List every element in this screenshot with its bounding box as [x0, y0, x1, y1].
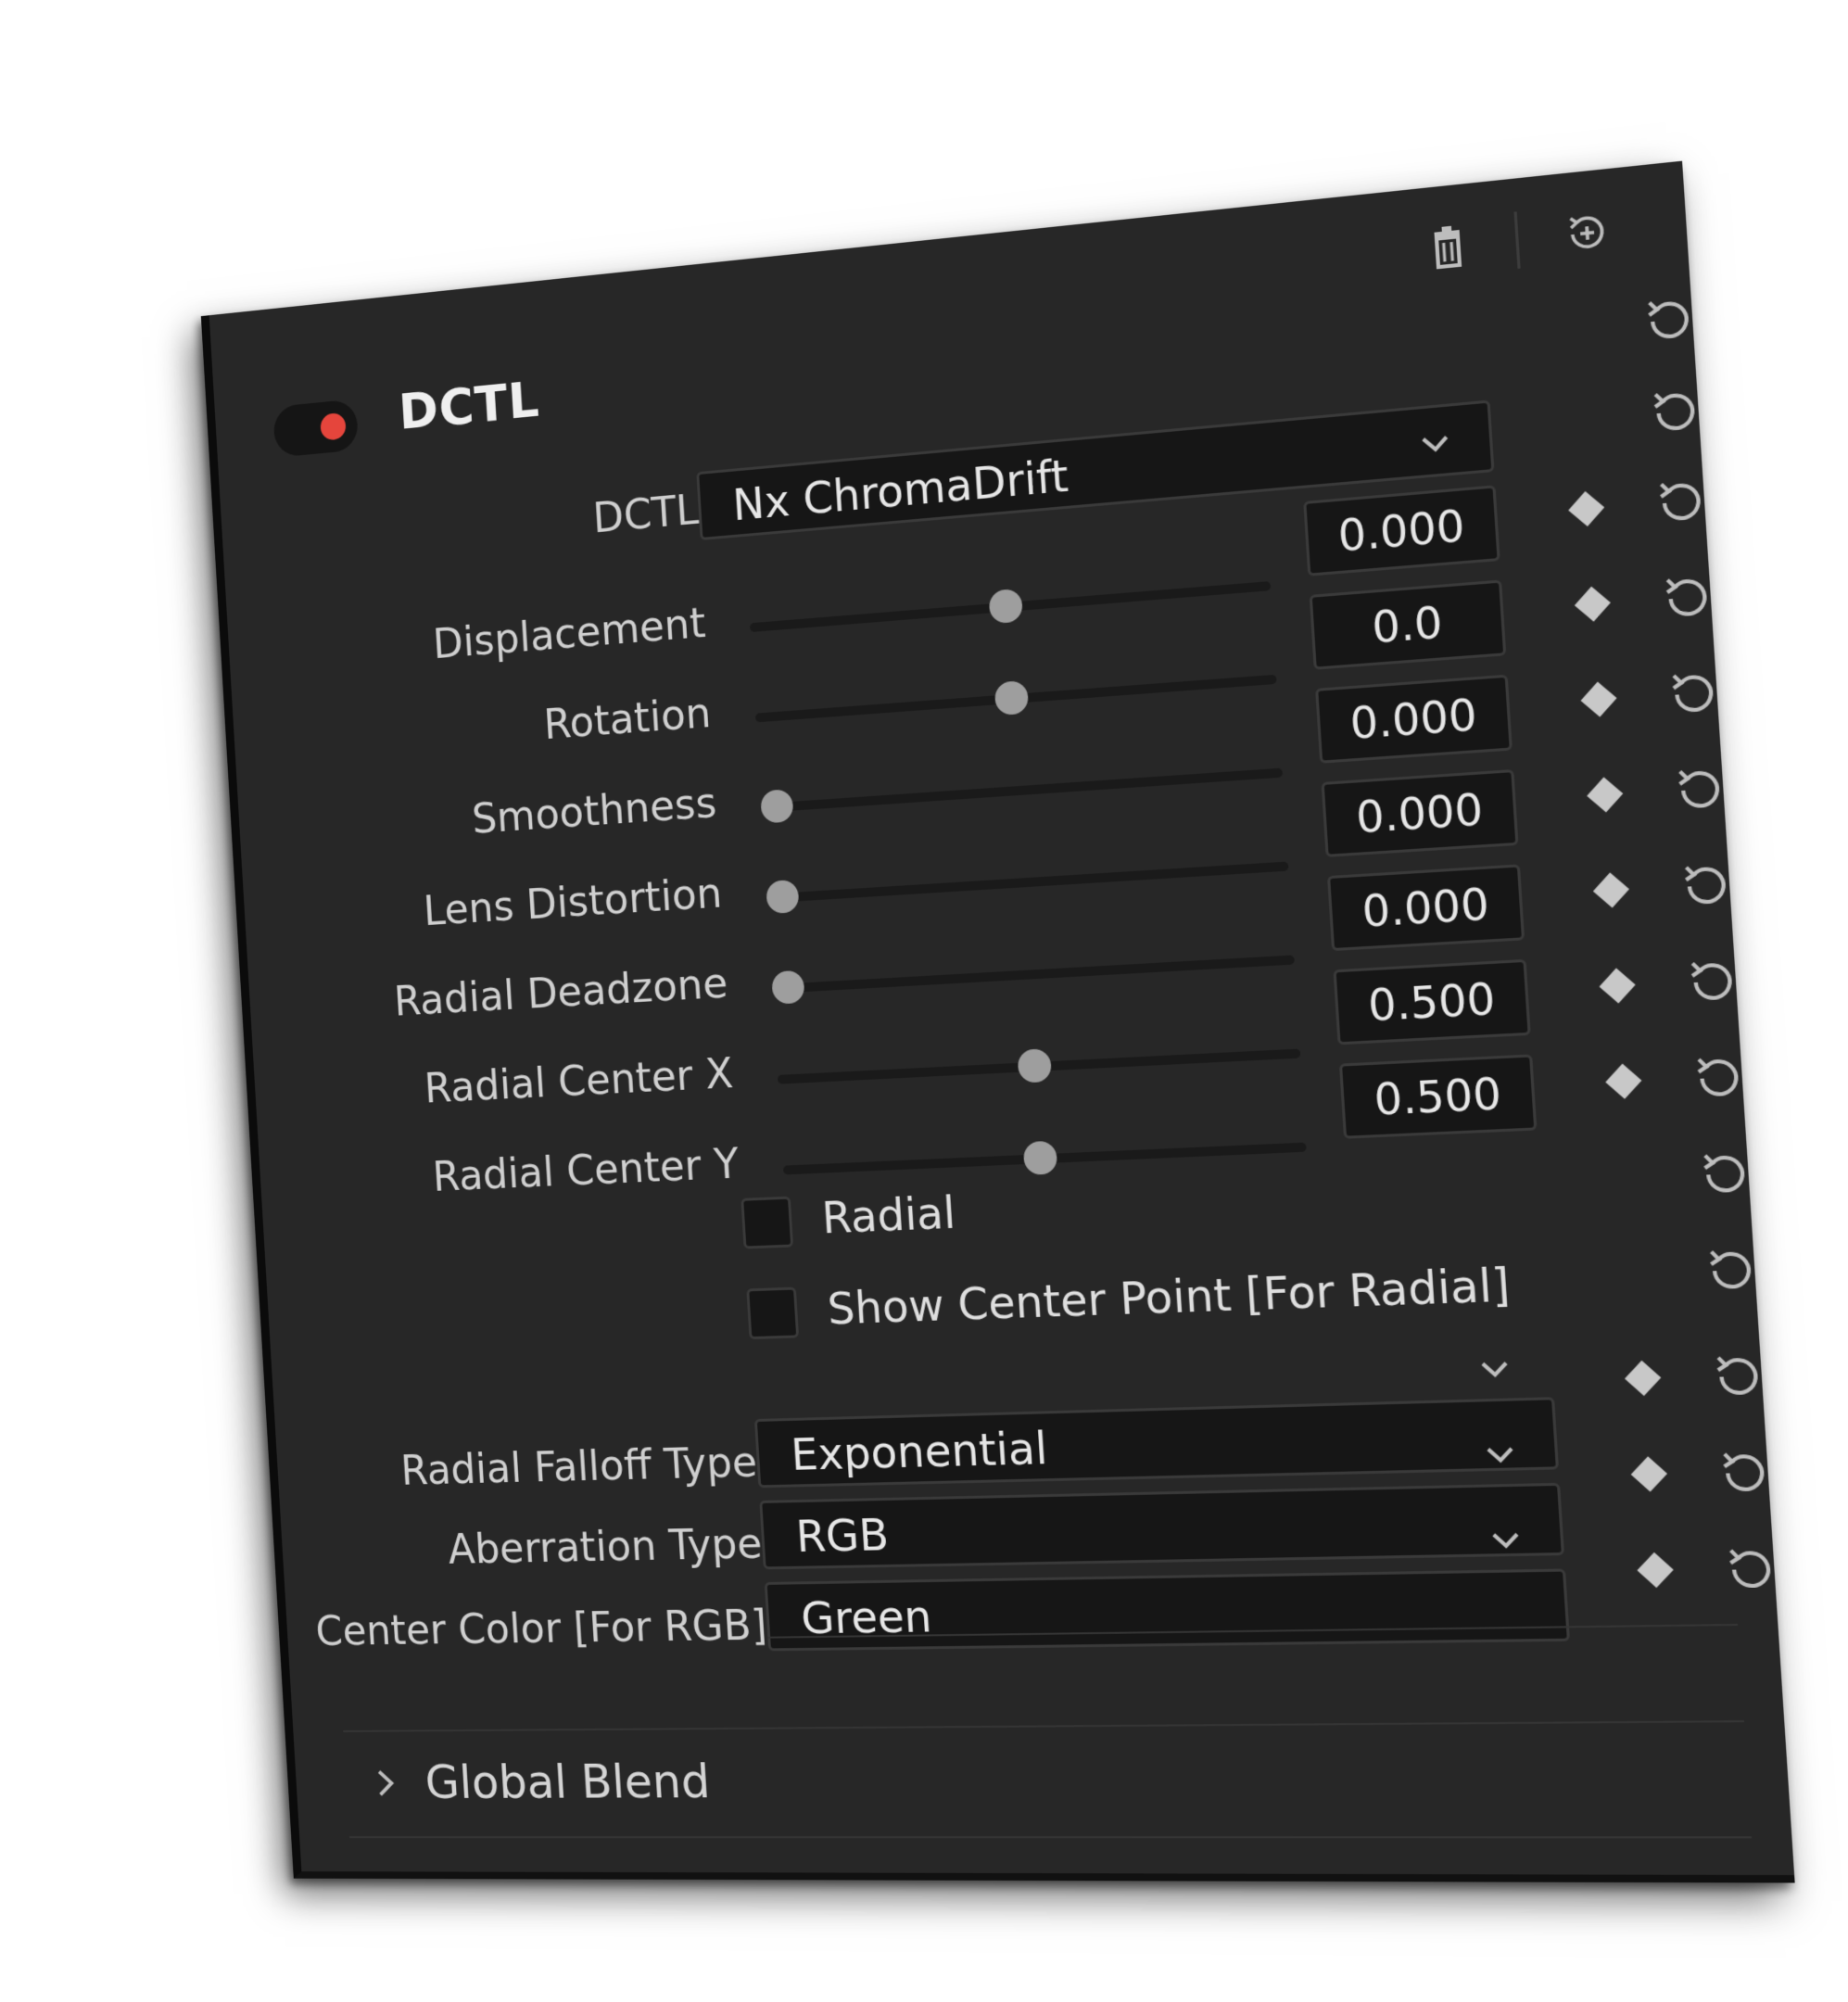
reset-icon[interactable] — [1712, 1443, 1776, 1502]
slider-thumb[interactable] — [994, 679, 1030, 716]
keyframe-diamond-icon[interactable] — [1592, 872, 1630, 908]
slider-thumb[interactable] — [988, 588, 1024, 625]
reset-all-icon[interactable] — [1556, 201, 1619, 264]
radial-label: Radial — [820, 1187, 957, 1245]
slider-label: Smoothness — [470, 778, 718, 843]
slider-label: Radial Center Y — [431, 1138, 740, 1201]
value-field[interactable]: 0.0 — [1309, 579, 1507, 670]
keyframe-diamond-icon[interactable] — [1574, 586, 1611, 622]
slider-thumb[interactable] — [760, 789, 794, 824]
dctl-label: DCTL — [591, 484, 701, 543]
chevron-down-icon — [1414, 424, 1455, 464]
show-center-point-label: Show Center Point [For Radial] — [826, 1259, 1513, 1336]
reset-icon[interactable] — [1686, 1047, 1750, 1108]
keyframe-diamond-icon[interactable] — [1568, 491, 1605, 526]
reset-icon[interactable] — [1667, 759, 1731, 820]
value-field[interactable]: 0.500 — [1333, 958, 1531, 1045]
keyframe-diamond-icon[interactable] — [1637, 1552, 1674, 1589]
slider-thumb[interactable] — [766, 879, 800, 915]
trash-icon[interactable] — [1417, 216, 1479, 278]
dctl-panel: DCTL DCTL Nx ChromaDrift Displacement 0.0… — [200, 160, 1795, 1883]
aberration-type-value: RGB — [794, 1509, 891, 1563]
chevron-down-icon — [1480, 1435, 1522, 1474]
reset-icon[interactable] — [1692, 1144, 1756, 1204]
slider-thumb[interactable] — [1017, 1048, 1053, 1083]
divider — [343, 1720, 1744, 1732]
value-field[interactable]: 0.000 — [1321, 768, 1519, 857]
reset-icon[interactable] — [1655, 566, 1719, 628]
slider-label: Radial Center X — [423, 1048, 735, 1113]
value-field[interactable]: 0.500 — [1338, 1054, 1538, 1139]
header-actions — [1417, 196, 1619, 283]
keyframe-diamond-icon[interactable] — [1580, 681, 1617, 717]
global-blend-section[interactable]: Global Blend — [370, 1755, 712, 1809]
header-separator — [1513, 211, 1521, 269]
keyframe-diamond-icon[interactable] — [1587, 777, 1624, 813]
slider-thumb[interactable] — [1022, 1140, 1058, 1175]
reset-icon[interactable] — [1718, 1540, 1782, 1599]
center-color-label: Center Color [For RGB] — [314, 1600, 769, 1655]
reset-icon[interactable] — [1643, 381, 1706, 444]
value-field[interactable]: 0.000 — [1326, 864, 1525, 952]
global-blend-label: Global Blend — [424, 1755, 712, 1810]
chevron-down-icon — [1485, 1521, 1526, 1560]
slider-label: Rotation — [542, 688, 713, 749]
reset-icon[interactable] — [1649, 471, 1712, 533]
divider — [349, 1836, 1753, 1839]
reset-icon[interactable] — [1705, 1347, 1769, 1406]
reset-icon[interactable] — [1661, 663, 1725, 725]
show-center-point-checkbox[interactable] — [746, 1286, 800, 1340]
chevron-right-icon — [371, 1768, 401, 1799]
value-field[interactable]: 0.000 — [1315, 674, 1513, 764]
center-color-dropdown[interactable]: Green — [764, 1568, 1571, 1652]
keyframe-diamond-icon[interactable] — [1605, 1063, 1642, 1099]
reset-icon[interactable] — [1674, 855, 1738, 916]
reset-icon[interactable] — [1699, 1240, 1763, 1300]
radial-checkbox[interactable] — [740, 1196, 794, 1249]
slider-thumb[interactable] — [771, 969, 805, 1005]
chevron-down-icon — [1475, 1349, 1516, 1388]
reset-icon[interactable] — [1680, 951, 1744, 1012]
keyframe-diamond-icon[interactable] — [1630, 1456, 1668, 1492]
reset-icon[interactable] — [1637, 288, 1700, 351]
value-field[interactable]: 0.000 — [1303, 485, 1500, 577]
keyframe-diamond-icon[interactable] — [1599, 968, 1636, 1004]
keyframe-diamond-icon[interactable] — [1624, 1360, 1662, 1396]
